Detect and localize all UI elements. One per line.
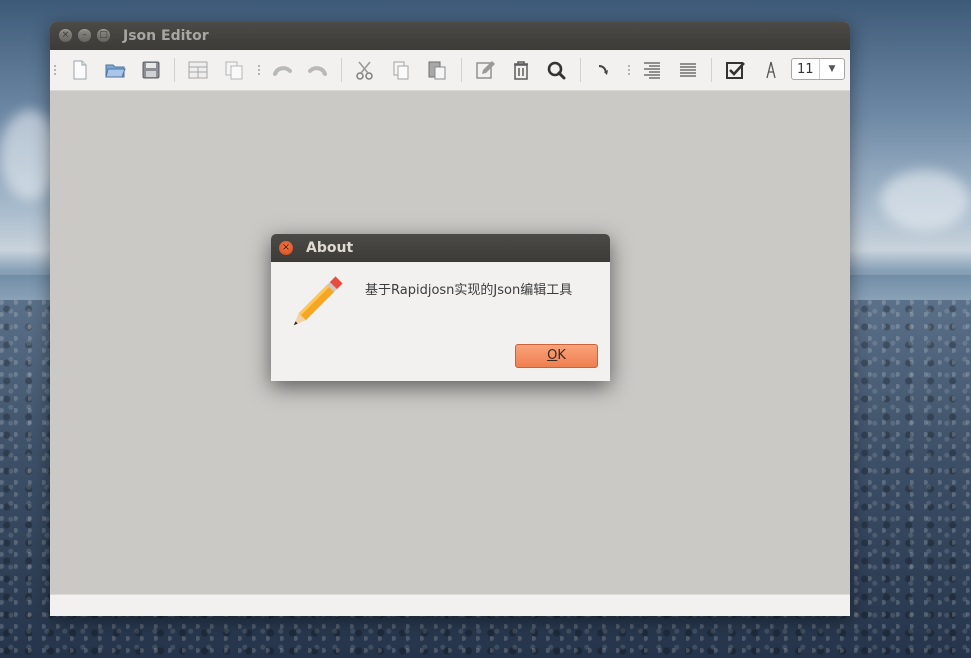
chevron-down-icon[interactable]: ▼ <box>819 59 844 79</box>
paste-button[interactable] <box>425 58 449 82</box>
align-right-button[interactable] <box>640 58 664 82</box>
copy-button[interactable] <box>389 58 413 82</box>
indent-arrow-icon <box>598 65 608 75</box>
copy-pages-icon <box>225 61 243 80</box>
toolbar-separator <box>461 58 462 82</box>
font-button[interactable] <box>759 58 783 82</box>
about-message: 基于Rapidjosn实现的Json编辑工具 <box>365 283 573 298</box>
status-bar <box>50 594 850 616</box>
toolbar <box>50 50 850 91</box>
table-view-button[interactable] <box>186 58 210 82</box>
cut-button[interactable] <box>353 58 377 82</box>
toolbar-separator <box>580 58 581 82</box>
close-icon[interactable]: × <box>279 241 293 255</box>
save-button[interactable] <box>139 58 163 82</box>
scissors-icon <box>356 61 373 80</box>
maximize-window-button[interactable]: □ <box>97 29 110 42</box>
close-window-button[interactable]: × <box>59 29 72 42</box>
toolbar-separator <box>174 58 175 82</box>
edit-button[interactable] <box>473 58 497 82</box>
table-icon <box>188 61 208 79</box>
dialog-titlebar[interactable]: × About <box>271 234 610 262</box>
duplicate-button[interactable] <box>222 58 246 82</box>
checkbox-icon <box>726 62 745 79</box>
align-right-icon <box>644 62 660 79</box>
search-button[interactable] <box>544 58 568 82</box>
open-folder-icon <box>105 64 126 78</box>
new-file-button[interactable] <box>68 58 92 82</box>
toolbar-separator <box>711 58 712 82</box>
redo-button[interactable] <box>306 58 330 82</box>
minimize-window-button[interactable]: – <box>78 29 91 42</box>
indent-button[interactable] <box>592 58 616 82</box>
validate-button[interactable] <box>723 58 747 82</box>
dialog-title: About <box>306 240 354 256</box>
window-titlebar[interactable]: × – □ Json Editor <box>50 22 850 50</box>
toolbar-grip[interactable] <box>54 65 58 75</box>
window-title: Json Editor <box>123 28 209 44</box>
open-file-button[interactable] <box>103 58 127 82</box>
toolbar-grip[interactable] <box>258 65 262 75</box>
undo-icon <box>273 66 292 76</box>
delete-button[interactable] <box>509 58 533 82</box>
save-icon <box>142 61 160 79</box>
trash-icon <box>514 61 528 80</box>
font-icon <box>766 61 776 79</box>
font-size-value: 11 <box>797 62 814 77</box>
pencil-icon <box>293 276 343 326</box>
edit-icon <box>476 61 495 79</box>
search-icon <box>547 61 566 80</box>
undo-button[interactable] <box>270 58 294 82</box>
cloud <box>880 170 970 230</box>
new-file-icon <box>73 60 87 80</box>
align-justify-icon <box>680 63 696 77</box>
copy-icon <box>393 61 409 80</box>
toolbar-grip[interactable] <box>628 65 632 75</box>
toolbar-separator <box>341 58 342 82</box>
font-size-select[interactable]: 11 ▼ <box>791 58 845 80</box>
about-dialog: × About 基于Rapidjosn实现的Json编辑工具 OK <box>271 234 610 381</box>
redo-icon <box>308 66 327 76</box>
ok-label-suffix: K <box>557 348 566 363</box>
paste-icon <box>428 61 446 80</box>
ok-label-mnemonic: O <box>547 348 558 363</box>
align-justify-button[interactable] <box>676 58 700 82</box>
ok-button[interactable]: OK <box>515 344 598 368</box>
